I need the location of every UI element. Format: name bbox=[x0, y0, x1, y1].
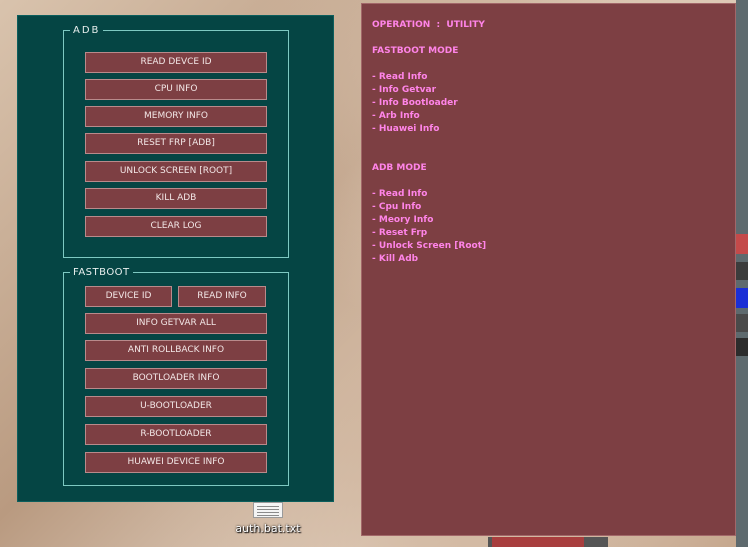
read-device-id-button[interactable]: READ DEVCE ID bbox=[85, 52, 267, 73]
log-line: - Unlock Screen [Root] bbox=[372, 241, 487, 251]
background-app-bottom bbox=[488, 537, 608, 547]
file-icon-line bbox=[257, 515, 279, 516]
fastboot-group-title: FASTBOOT bbox=[73, 267, 130, 278]
background-strip bbox=[736, 314, 748, 332]
log-line: - Kill Adb bbox=[372, 254, 419, 264]
bootloader-info-button[interactable]: BOOTLOADER INFO bbox=[85, 368, 267, 389]
text-file-icon[interactable] bbox=[253, 502, 283, 518]
log-line: - Reset Frp bbox=[372, 228, 428, 238]
r-bootloader-button[interactable]: R-BOOTLOADER bbox=[85, 424, 267, 445]
anti-rollback-info-button[interactable]: ANTI ROLLBACK INFO bbox=[85, 340, 267, 361]
kill-adb-button[interactable]: KILL ADB bbox=[85, 188, 267, 209]
log-line: FASTBOOT MODE bbox=[372, 46, 459, 56]
u-bootloader-button[interactable]: U-BOOTLOADER bbox=[85, 396, 267, 417]
control-panel: ADB READ DEVCE ID CPU INFO MEMORY INFO R… bbox=[17, 15, 334, 502]
unlock-screen-root-button[interactable]: UNLOCK SCREEN [ROOT] bbox=[85, 161, 267, 182]
log-line: - Read Info bbox=[372, 189, 428, 199]
log-line: OPERATION : UTILITY bbox=[372, 20, 485, 30]
log-line: - Info Bootloader bbox=[372, 98, 458, 108]
fastboot-read-info-button[interactable]: READ INFO bbox=[178, 286, 266, 307]
file-icon-line bbox=[257, 512, 279, 513]
background-strip bbox=[736, 234, 748, 254]
reset-frp-adb-button[interactable]: RESET FRP [ADB] bbox=[85, 133, 267, 154]
huawei-device-info-button[interactable]: HUAWEI DEVICE INFO bbox=[85, 452, 267, 473]
log-output[interactable]: OPERATION : UTILITY FASTBOOT MODE - Read… bbox=[361, 3, 736, 536]
log-line: - Read Info bbox=[372, 72, 428, 82]
clear-log-button[interactable]: CLEAR LOG bbox=[85, 216, 267, 237]
cpu-info-button[interactable]: CPU INFO bbox=[85, 79, 267, 100]
memory-info-button[interactable]: MEMORY INFO bbox=[85, 106, 267, 127]
log-line: - Cpu Info bbox=[372, 202, 422, 212]
file-icon-line bbox=[257, 506, 279, 507]
log-line: - Huawei Info bbox=[372, 124, 440, 134]
log-line: - Arb Info bbox=[372, 111, 420, 121]
info-getvar-all-button[interactable]: INFO GETVAR ALL bbox=[85, 313, 267, 334]
log-line: - Meory Info bbox=[372, 215, 434, 225]
log-line: ADB MODE bbox=[372, 163, 427, 173]
background-strip bbox=[492, 537, 584, 547]
background-strip bbox=[736, 338, 748, 356]
adb-group-title: ADB bbox=[73, 25, 101, 36]
log-line: - Info Getvar bbox=[372, 85, 437, 95]
fastboot-device-id-button[interactable]: DEVICE ID bbox=[85, 286, 172, 307]
background-app-window bbox=[736, 0, 748, 547]
file-icon-line bbox=[257, 509, 279, 510]
background-strip bbox=[736, 288, 748, 308]
desktop-file-label[interactable]: auth.bat.txt bbox=[228, 522, 308, 535]
background-strip bbox=[736, 262, 748, 280]
